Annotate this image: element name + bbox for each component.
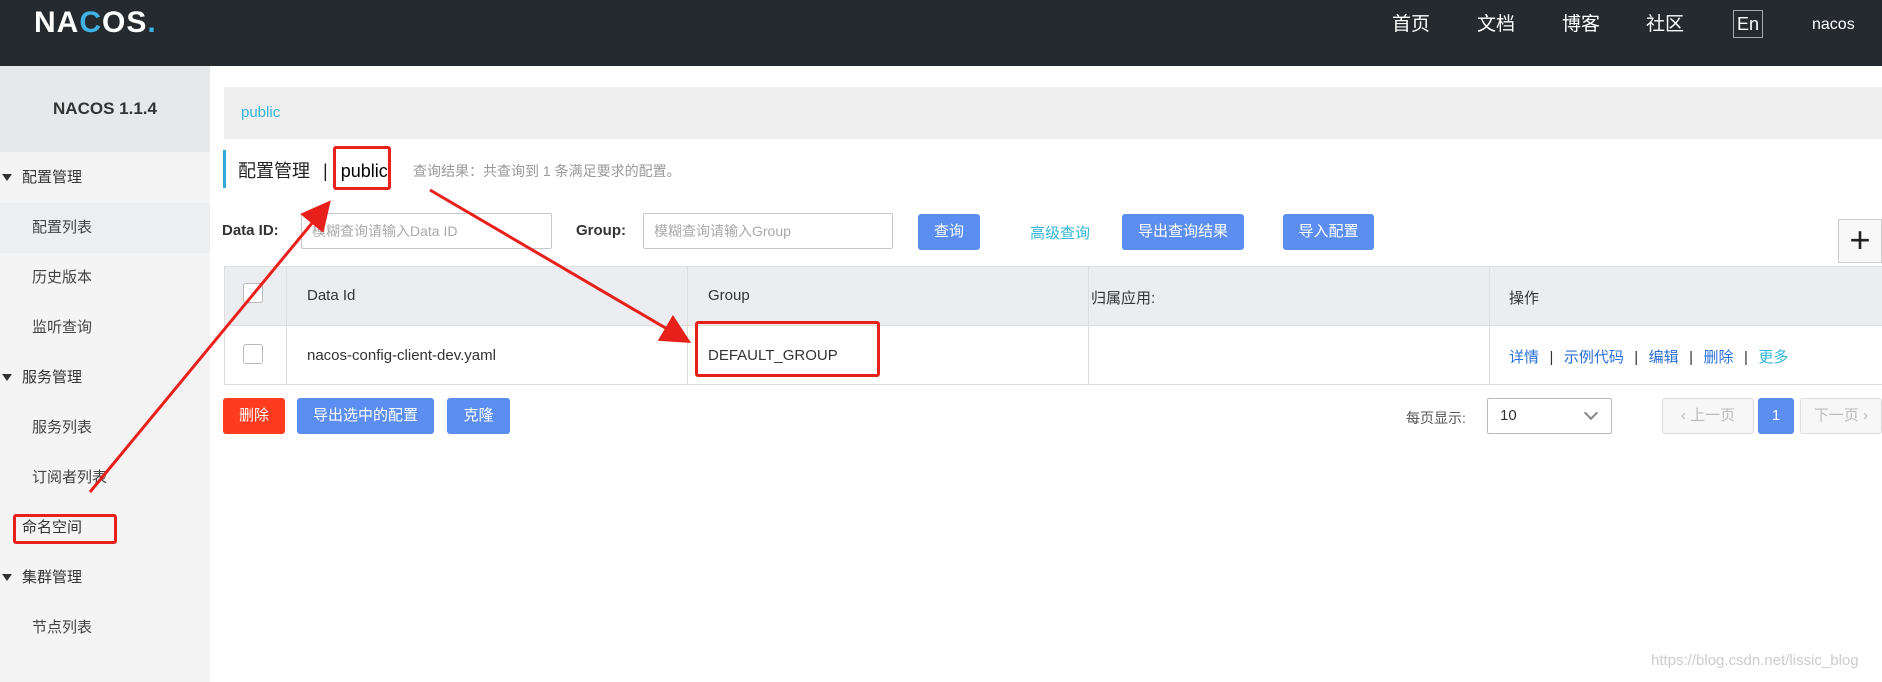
- annotation-arrow-to-group: [429, 188, 692, 344]
- annotation-arrow-to-title: [88, 200, 331, 493]
- annotation-arrows: [88, 188, 692, 493]
